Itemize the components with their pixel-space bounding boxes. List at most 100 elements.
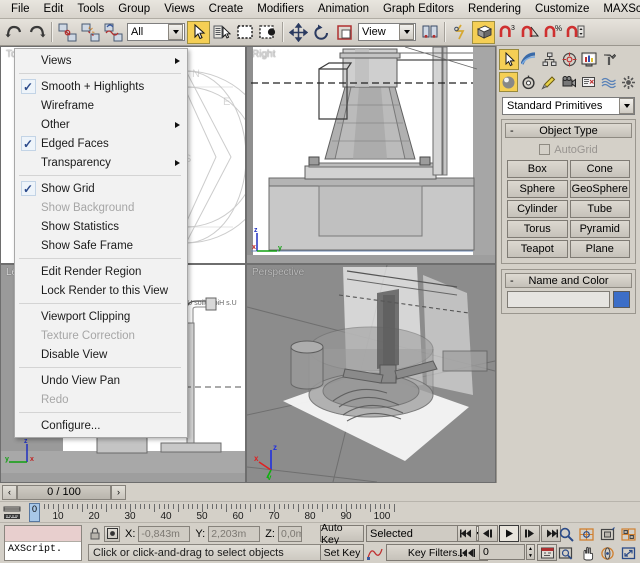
- box-button[interactable]: Box: [507, 160, 568, 178]
- selection-filter-combo[interactable]: All: [127, 23, 185, 41]
- frame-spinner[interactable]: ▲▼: [526, 544, 535, 560]
- chevron-down-icon[interactable]: [399, 24, 414, 40]
- ctx-item-viewport-clipping[interactable]: Viewport Clipping: [15, 307, 187, 326]
- maximize-viewport-toggle-button[interactable]: [619, 544, 639, 562]
- select-object-icon[interactable]: [187, 21, 210, 44]
- pyramid-button[interactable]: Pyramid: [570, 220, 631, 238]
- collapse-icon[interactable]: -: [510, 125, 514, 137]
- shapes-icon[interactable]: [519, 72, 538, 92]
- menu-file[interactable]: File: [4, 1, 37, 18]
- previous-frame-button[interactable]: [478, 525, 498, 542]
- ctx-item-configure[interactable]: Configure...: [15, 416, 187, 435]
- menu-views[interactable]: Views: [157, 1, 201, 18]
- select-by-name-icon[interactable]: [210, 21, 233, 44]
- chevron-down-icon[interactable]: [168, 24, 183, 40]
- autogrid-row[interactable]: AutoGrid: [507, 141, 630, 158]
- menu-rendering[interactable]: Rendering: [461, 1, 528, 18]
- ctx-item-undo-view-pan[interactable]: Undo View Pan: [15, 371, 187, 390]
- ctx-item-edged-faces[interactable]: ✓ Edged Faces: [15, 134, 187, 153]
- cylinder-button[interactable]: Cylinder: [507, 200, 568, 218]
- object-type-header[interactable]: - Object Type: [505, 123, 632, 138]
- next-frame-button[interactable]: ›: [111, 485, 126, 500]
- systems-icon[interactable]: [619, 72, 638, 92]
- menu-edit[interactable]: Edit: [37, 1, 71, 18]
- select-and-scale-icon[interactable]: [333, 21, 356, 44]
- set-key-button[interactable]: Set Key: [320, 544, 364, 561]
- ctx-item-other[interactable]: Other: [15, 115, 187, 134]
- ctx-item-show-grid[interactable]: ✓ Show Grid: [15, 179, 187, 198]
- subcategory-combo[interactable]: Standard Primitives: [502, 97, 635, 115]
- field-of-view-button[interactable]: [556, 544, 576, 562]
- select-and-move-icon[interactable]: [287, 21, 310, 44]
- torus-button[interactable]: Torus: [507, 220, 568, 238]
- window-crossing-icon[interactable]: [256, 21, 279, 44]
- lights-icon[interactable]: [539, 72, 558, 92]
- track-bar[interactable]: 0 10 20 30 40 50 60 70 80 90 100 0: [0, 501, 640, 523]
- go-to-start-button[interactable]: [457, 525, 477, 542]
- zoom-extents-all-button[interactable]: [619, 525, 639, 543]
- chevron-down-icon[interactable]: [619, 98, 634, 114]
- ctx-item-show-safe-frame[interactable]: Show Safe Frame: [15, 236, 187, 255]
- menu-create[interactable]: Create: [202, 1, 251, 18]
- percent-snap-toggle-icon[interactable]: %: [541, 21, 564, 44]
- zoom-all-button[interactable]: [577, 525, 597, 543]
- viewport-right[interactable]: Right z y x: [247, 47, 495, 263]
- cone-button[interactable]: Cone: [570, 160, 631, 178]
- geometry-icon[interactable]: [499, 72, 518, 92]
- maxscript-mini-listener[interactable]: AXScript.: [4, 525, 82, 561]
- pan-view-button[interactable]: [577, 544, 597, 562]
- listener-input-area[interactable]: [5, 526, 81, 542]
- use-center-flyout-icon[interactable]: [418, 21, 441, 44]
- tab-display[interactable]: [579, 49, 599, 70]
- tab-modify[interactable]: [519, 49, 539, 70]
- name-and-color-header[interactable]: - Name and Color: [505, 273, 632, 288]
- viewport-context-menu[interactable]: Views ✓ Smooth + Highlights Wireframe Ot…: [14, 48, 188, 438]
- redo-icon[interactable]: [25, 21, 48, 44]
- viewport-perspective[interactable]: Perspective z x y: [247, 265, 495, 482]
- ctx-item-transparency[interactable]: Transparency: [15, 153, 187, 172]
- set-key-curve-icon[interactable]: [366, 544, 384, 561]
- tab-hierarchy[interactable]: [539, 49, 559, 70]
- zoom-extents-button[interactable]: [598, 525, 618, 543]
- menu-maxscript[interactable]: MAXScript: [596, 1, 640, 18]
- plane-button[interactable]: Plane: [570, 240, 631, 258]
- key-mode-toggle-button[interactable]: [457, 544, 477, 561]
- tube-button[interactable]: Tube: [570, 200, 631, 218]
- time-slider-handle[interactable]: 0: [29, 503, 40, 522]
- select-and-link-icon[interactable]: [56, 21, 79, 44]
- object-name-input[interactable]: [507, 291, 610, 308]
- angle-snap-toggle-icon[interactable]: [518, 21, 541, 44]
- ctx-item-disable-view[interactable]: Disable View: [15, 345, 187, 364]
- coord-z-field[interactable]: 0,0m: [278, 526, 302, 542]
- auto-key-button[interactable]: Auto Key: [320, 525, 364, 542]
- time-configuration-icon[interactable]: [537, 544, 557, 561]
- tab-create[interactable]: [499, 49, 519, 70]
- menu-tools[interactable]: Tools: [70, 1, 111, 18]
- space-warps-icon[interactable]: [599, 72, 618, 92]
- sphere-button[interactable]: Sphere: [507, 180, 568, 198]
- next-frame-button[interactable]: [520, 525, 540, 542]
- ctx-item-lock-render-to-this-view[interactable]: Lock Render to this View: [15, 281, 187, 300]
- unlink-selection-icon[interactable]: [79, 21, 102, 44]
- collapse-icon[interactable]: -: [510, 275, 514, 287]
- absolute-relative-transform-icon[interactable]: [104, 526, 120, 542]
- ctx-item-wireframe[interactable]: Wireframe: [15, 96, 187, 115]
- snaps-toggle-icon[interactable]: [472, 21, 495, 44]
- object-color-swatch[interactable]: [613, 291, 630, 308]
- select-and-rotate-icon[interactable]: [310, 21, 333, 44]
- ctx-item-smooth-highlights[interactable]: ✓ Smooth + Highlights: [15, 77, 187, 96]
- undo-icon[interactable]: [2, 21, 25, 44]
- coord-x-field[interactable]: -0,843m: [138, 526, 190, 542]
- menu-customize[interactable]: Customize: [528, 1, 596, 18]
- cameras-icon[interactable]: [559, 72, 578, 92]
- time-slider-frame-field[interactable]: 0 / 100: [17, 485, 111, 500]
- menu-animation[interactable]: Animation: [311, 1, 376, 18]
- rectangular-selection-region-icon[interactable]: [233, 21, 256, 44]
- open-mini-curve-editor-icon[interactable]: [3, 505, 21, 521]
- arc-rotate-button[interactable]: [598, 544, 618, 562]
- autogrid-checkbox[interactable]: [539, 144, 550, 155]
- play-animation-button[interactable]: [499, 525, 519, 542]
- helpers-icon[interactable]: [579, 72, 598, 92]
- geosphere-button[interactable]: GeoSphere: [570, 180, 631, 198]
- menu-graph-editors[interactable]: Graph Editors: [376, 1, 461, 18]
